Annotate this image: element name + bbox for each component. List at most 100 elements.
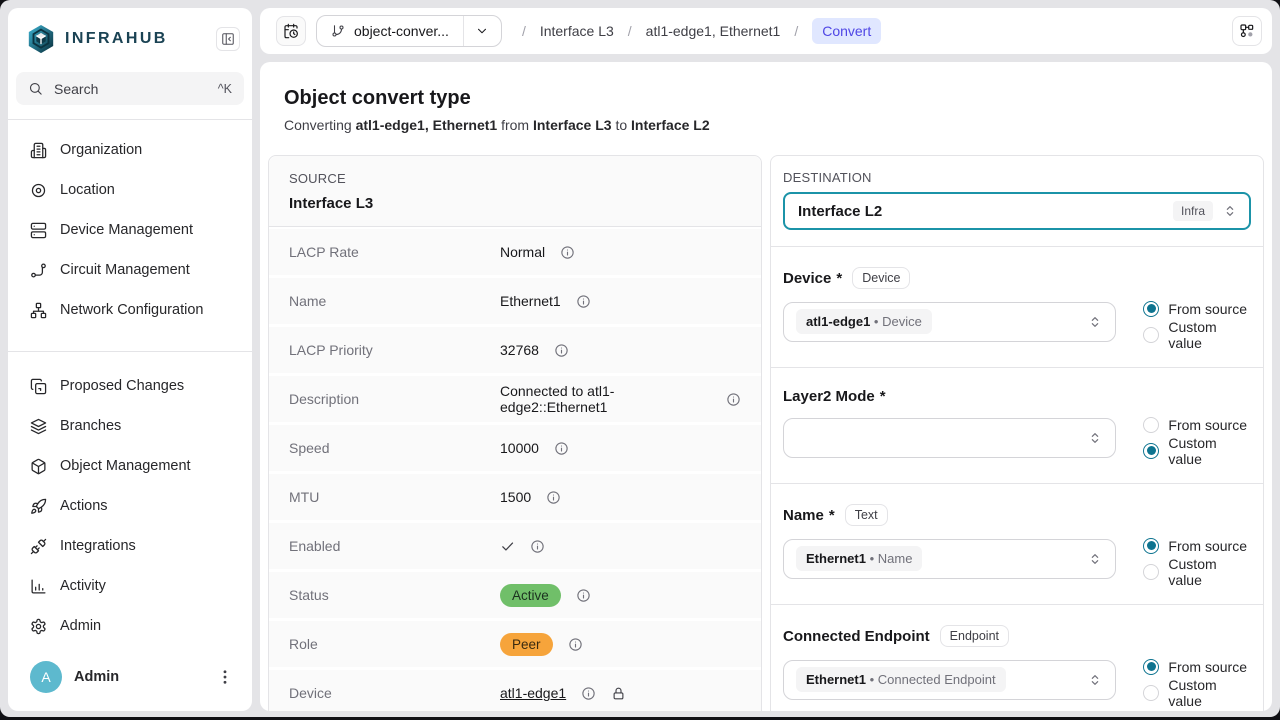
- branch-selector[interactable]: object-conver...: [316, 15, 502, 47]
- sidebar-item-label: Actions: [60, 498, 108, 514]
- source-value-text: 1500: [500, 489, 531, 505]
- sidebar-item-location[interactable]: Location: [8, 170, 252, 210]
- sidebar-item-circuit-management[interactable]: Circuit Management: [8, 250, 252, 290]
- radio-button[interactable]: [1143, 659, 1159, 675]
- source-row-device: Deviceatl1-edge1: [269, 670, 761, 711]
- info-icon[interactable]: [581, 686, 596, 701]
- sidebar-item-label: Admin: [60, 618, 101, 634]
- subtitle-part: from: [497, 117, 533, 133]
- info-icon[interactable]: [726, 392, 741, 407]
- radio-custom-value[interactable]: Custom value: [1143, 440, 1251, 461]
- info-icon[interactable]: [568, 637, 583, 652]
- sidebar-item-branches[interactable]: Branches: [8, 406, 252, 446]
- info-icon[interactable]: [554, 343, 569, 358]
- radio-label: Custom value: [1168, 435, 1251, 467]
- lock-icon: [611, 686, 626, 701]
- sidebar-collapse-button[interactable]: [216, 27, 240, 51]
- field-select-connected-endpoint[interactable]: Ethernet1 • Connected Endpoint: [783, 660, 1116, 700]
- sidebar-item-actions[interactable]: Actions: [8, 486, 252, 526]
- radio-custom-value[interactable]: Custom value: [1143, 324, 1251, 345]
- sidebar-item-admin[interactable]: Admin: [8, 606, 252, 646]
- chevrons-up-down-icon: [1087, 314, 1103, 330]
- proposed-changes-icon: [30, 378, 47, 395]
- source-row-label: Speed: [289, 440, 500, 456]
- radio-button[interactable]: [1143, 564, 1159, 580]
- topbar: object-conver... /Interface L3/atl1-edge…: [260, 8, 1272, 54]
- radio-from-source[interactable]: From source: [1143, 656, 1251, 677]
- radio-button[interactable]: [1143, 417, 1159, 433]
- panels: SOURCE Interface L3 LACP RateNormalNameE…: [268, 155, 1264, 711]
- sidebar-item-activity[interactable]: Activity: [8, 566, 252, 606]
- field-label-row: Device*Device: [783, 267, 1251, 289]
- field-value-pill: Ethernet1 • Name: [796, 546, 922, 571]
- source-row-enabled: Enabled: [269, 523, 761, 569]
- sidebar-item-object-management[interactable]: Object Management: [8, 446, 252, 486]
- breadcrumb-item-interface-l3[interactable]: Interface L3: [540, 23, 614, 39]
- radio-button[interactable]: [1143, 685, 1159, 701]
- source-rows: LACP RateNormalNameEthernet1LACP Priorit…: [269, 227, 761, 711]
- source-panel-label: SOURCE: [289, 171, 741, 186]
- radio-from-source[interactable]: From source: [1143, 414, 1251, 435]
- info-icon[interactable]: [546, 490, 561, 505]
- subtitle-part: Converting: [284, 117, 356, 133]
- field-value-sub: • Connected Endpoint: [866, 672, 996, 687]
- radio-button[interactable]: [1143, 327, 1159, 343]
- required-marker: *: [880, 388, 886, 405]
- radio-custom-value[interactable]: Custom value: [1143, 682, 1251, 703]
- gear-icon: [30, 618, 47, 635]
- source-row-value: Peer: [500, 633, 583, 656]
- branch-selector-caret[interactable]: [463, 16, 501, 46]
- destination-type-select[interactable]: Interface L2 Infra: [783, 192, 1251, 230]
- required-marker: *: [829, 507, 835, 524]
- radio-button[interactable]: [1143, 443, 1159, 459]
- sidebar-item-label: Organization: [60, 142, 142, 158]
- destination-panel-header: DESTINATION Interface L2 Infra: [771, 156, 1263, 246]
- breadcrumb-item-atl1-edge1-ethernet1[interactable]: atl1-edge1, Ethernet1: [646, 23, 781, 39]
- sidebar-item-network-configuration[interactable]: Network Configuration: [8, 290, 252, 330]
- radio-button[interactable]: [1143, 538, 1159, 554]
- source-row-value: Connected to atl1-edge2::Ethernet1: [500, 383, 741, 415]
- source-value-link[interactable]: atl1-edge1: [500, 685, 566, 701]
- source-row-speed: Speed10000: [269, 425, 761, 471]
- source-row-label: Description: [289, 391, 500, 407]
- sidebar-item-integrations[interactable]: Integrations: [8, 526, 252, 566]
- radio-label: From source: [1168, 538, 1247, 554]
- page-subtitle: Converting atl1-edge1, Ethernet1 from In…: [284, 117, 1248, 133]
- field-value-main: Ethernet1: [806, 672, 866, 687]
- source-value-text: 10000: [500, 440, 539, 456]
- sidebar-item-label: Device Management: [60, 222, 193, 238]
- radio-label: Custom value: [1168, 677, 1251, 709]
- sidebar-item-organization[interactable]: Organization: [8, 130, 252, 170]
- field-select-name[interactable]: Ethernet1 • Name: [783, 539, 1116, 579]
- breadcrumb-item-convert[interactable]: Convert: [812, 18, 881, 44]
- schema-button[interactable]: [1232, 16, 1262, 46]
- radio-button[interactable]: [1143, 301, 1159, 317]
- info-icon[interactable]: [554, 441, 569, 456]
- info-icon[interactable]: [576, 294, 591, 309]
- field-label: Name: [783, 507, 824, 524]
- source-panel: SOURCE Interface L3 LACP RateNormalNameE…: [268, 155, 762, 711]
- sidebar-item-proposed-changes[interactable]: Proposed Changes: [8, 366, 252, 406]
- radio-custom-value[interactable]: Custom value: [1143, 561, 1251, 582]
- info-icon[interactable]: [560, 245, 575, 260]
- search-input[interactable]: Search ^K: [16, 72, 244, 105]
- field-select-layer2-mode[interactable]: [783, 418, 1116, 458]
- info-icon[interactable]: [530, 539, 545, 554]
- destination-field-name: Name*TextEthernet1 • NameFrom sourceCust…: [771, 483, 1263, 604]
- source-row-label: Status: [289, 587, 500, 603]
- info-icon[interactable]: [576, 588, 591, 603]
- user-menu-button[interactable]: [216, 668, 234, 686]
- radio-from-source[interactable]: From source: [1143, 535, 1251, 556]
- branch-selector-main: object-conver...: [317, 16, 463, 46]
- source-row-label: MTU: [289, 489, 500, 505]
- calendar-clock-icon: [283, 23, 299, 39]
- sidebar-item-device-management[interactable]: Device Management: [8, 210, 252, 250]
- sidebar-item-label: Activity: [60, 578, 106, 594]
- avatar: A: [30, 661, 62, 693]
- subtitle-part: to: [612, 117, 631, 133]
- date-picker-button[interactable]: [276, 16, 306, 46]
- server-icon: [30, 222, 47, 239]
- field-select-device[interactable]: atl1-edge1 • Device: [783, 302, 1116, 342]
- radio-from-source[interactable]: From source: [1143, 298, 1251, 319]
- app-window: INFRAHUB Search ^K OrganizationLocationD…: [0, 0, 1280, 717]
